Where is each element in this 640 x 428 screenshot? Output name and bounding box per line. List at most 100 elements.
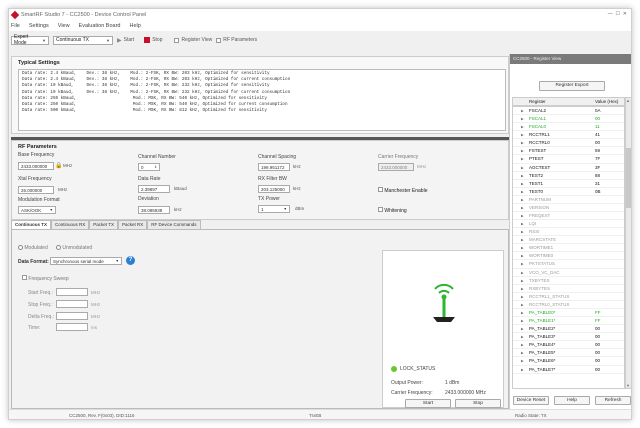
register-export-button[interactable]: Register Export (539, 81, 605, 91)
register-row[interactable]: ▶ FSCAL0 11 (513, 123, 624, 132)
register-value[interactable]: 11 (595, 123, 600, 131)
register-row[interactable]: ▶ VERSION (513, 204, 624, 213)
menu-evaluation-board[interactable]: Evaluation Board (79, 23, 121, 29)
register-row[interactable]: ▶ PARTNUM (513, 196, 624, 204)
expand-icon[interactable]: ▶ (521, 107, 524, 115)
register-column-header[interactable]: Register (529, 99, 546, 104)
lock-icon[interactable]: 🔒 (55, 162, 62, 169)
register-row[interactable]: ▶ TEST1 31 (513, 180, 624, 188)
help-button[interactable]: Help (554, 396, 590, 405)
register-value[interactable]: 00 (595, 341, 600, 349)
expand-icon[interactable]: ▶ (521, 244, 524, 252)
scrollbar-thumb[interactable] (626, 148, 631, 208)
register-value[interactable]: 7F (595, 155, 600, 163)
expand-icon[interactable]: ▶ (521, 293, 524, 301)
scroll-down-icon[interactable]: ▼ (626, 383, 630, 388)
register-row[interactable]: ▶ PKTSTATUS (513, 260, 624, 269)
register-row[interactable]: ▶ WORTIME1 (513, 244, 624, 253)
register-row[interactable]: ▶ PA_TABLE3* 00 (513, 333, 624, 342)
data-format-select[interactable]: Synchronous serial mode ▼ (50, 257, 122, 265)
register-row[interactable]: ▶ FSTEST 59 (513, 147, 624, 156)
register-view-toggle[interactable]: Register View (174, 37, 212, 43)
typical-setting-row[interactable]: Data rate: 500 kBaud, Mod.: MSK, RX BW: … (22, 108, 502, 114)
expand-icon[interactable]: ▶ (521, 212, 524, 220)
register-row[interactable]: ▶ FSCAL1 00 (513, 115, 624, 124)
window-controls-icon[interactable]: — ☐ ✕ (608, 11, 627, 17)
register-row[interactable]: ▶ PA_TABLE2* 00 (513, 325, 624, 334)
expand-icon[interactable]: ▶ (521, 123, 524, 131)
register-row[interactable]: ▶ FSCAL2 0A (513, 107, 624, 116)
register-value[interactable]: 00 (595, 325, 600, 333)
expand-icon[interactable]: ▶ (521, 131, 524, 139)
data-rate-input[interactable]: 2.39897 (138, 185, 170, 193)
register-row[interactable]: ▶ TXBYTES (513, 277, 624, 285)
menu-view[interactable]: View (58, 23, 70, 29)
function-select[interactable]: Continuous TX ▼ (53, 35, 113, 45)
register-value[interactable]: 31 (595, 180, 600, 188)
typical-settings-list[interactable]: Data rate: 2.4 kBaud, Dev.: 38 kHz, Mod.… (18, 69, 506, 131)
expand-icon[interactable]: ▶ (521, 309, 524, 317)
menu-file[interactable]: File (11, 23, 20, 29)
register-row[interactable]: ▶ PA_TABLE4* 00 (513, 341, 624, 350)
expand-icon[interactable]: ▶ (521, 147, 524, 155)
register-row[interactable]: ▶ RCCTRL0 00 (513, 139, 624, 148)
register-row[interactable]: ▶ RSSI (513, 228, 624, 237)
modulated-radio[interactable]: Modulated (18, 245, 48, 251)
register-row[interactable]: ▶ AGCTEST 3F (513, 164, 624, 172)
register-value[interactable]: 00 (595, 366, 600, 374)
rf-parameters-toggle[interactable]: RF Parameters (216, 37, 257, 43)
expand-icon[interactable]: ▶ (521, 349, 524, 357)
register-value[interactable]: 00 (595, 115, 600, 123)
start-freq-input[interactable] (56, 288, 88, 296)
tab-continuous-tx[interactable]: Continuous TX (11, 220, 51, 229)
tab-continuous-rx[interactable]: Continuous RX (51, 220, 90, 229)
delta-freq-input[interactable] (56, 312, 88, 320)
frequency-sweep-checkbox[interactable]: Frequency Sweep (22, 275, 69, 282)
register-row[interactable]: ▶ PA_TABLE1* FF (513, 317, 624, 326)
stop-tx-button[interactable]: Stop (455, 399, 501, 408)
register-value[interactable]: 00 (595, 349, 600, 357)
register-row[interactable]: ▶ PA_TABLE7* 00 (513, 366, 624, 374)
expand-icon[interactable]: ▶ (521, 228, 524, 236)
stop-freq-input[interactable] (56, 300, 88, 308)
register-value[interactable]: 3F (595, 164, 600, 172)
device-reset-button[interactable]: Device Reset (513, 396, 549, 405)
register-row[interactable]: ▶ PA_TABLE5* 00 (513, 349, 624, 358)
register-value[interactable]: FF (595, 309, 601, 317)
register-row[interactable]: ▶ WORTIME0 (513, 252, 624, 261)
register-row[interactable]: ▶ VCO_VC_DAC (513, 269, 624, 277)
expand-icon[interactable]: ▶ (521, 188, 524, 196)
register-value[interactable]: FF (595, 317, 601, 325)
manchester-checkbox[interactable]: Manchester Enable (378, 187, 427, 194)
expand-icon[interactable]: ▶ (521, 204, 524, 212)
register-row[interactable]: ▶ TEST0 0B (513, 188, 624, 196)
mode-select[interactable]: Expert Mode ▼ (11, 34, 49, 46)
expand-icon[interactable]: ▶ (521, 269, 524, 277)
expand-icon[interactable]: ▶ (521, 196, 524, 204)
register-value[interactable]: 0A (595, 107, 601, 115)
scroll-up-icon[interactable]: ▲ (626, 98, 630, 103)
register-value[interactable]: 88 (595, 172, 600, 180)
register-row[interactable]: ▶ FREQEST (513, 212, 624, 221)
expand-icon[interactable]: ▶ (521, 301, 524, 309)
register-value[interactable]: 41 (595, 131, 600, 139)
modulation-select[interactable]: ASK/OOK ▼ (18, 206, 56, 214)
register-row[interactable]: ▶ RCCTRL0_STATUS (513, 301, 624, 309)
expand-icon[interactable]: ▶ (521, 325, 524, 333)
base-frequency-input[interactable]: 2433.000000 (18, 162, 54, 170)
tab-packet-tx[interactable]: Packet TX (89, 220, 118, 229)
rx-filter-bw-input[interactable]: 203.125000 (258, 185, 290, 193)
register-value[interactable]: 00 (595, 333, 600, 341)
expand-icon[interactable]: ▶ (521, 333, 524, 341)
start-button[interactable]: ▶ Start (117, 37, 134, 44)
tx-power-select[interactable]: 1 ▼ (258, 205, 290, 213)
value-column-header[interactable]: Value (Hex) (595, 99, 618, 104)
register-row[interactable]: ▶ RCCTRL1_STATUS (513, 293, 624, 301)
expand-icon[interactable]: ▶ (521, 155, 524, 163)
register-row[interactable]: ▶ RXBYTES (513, 285, 624, 293)
time-input[interactable] (56, 323, 88, 331)
expand-icon[interactable]: ▶ (521, 357, 524, 365)
register-row[interactable]: ▶ PA_TABLE6* 00 (513, 357, 624, 366)
expand-icon[interactable]: ▶ (521, 164, 524, 172)
register-value[interactable]: 00 (595, 357, 600, 365)
